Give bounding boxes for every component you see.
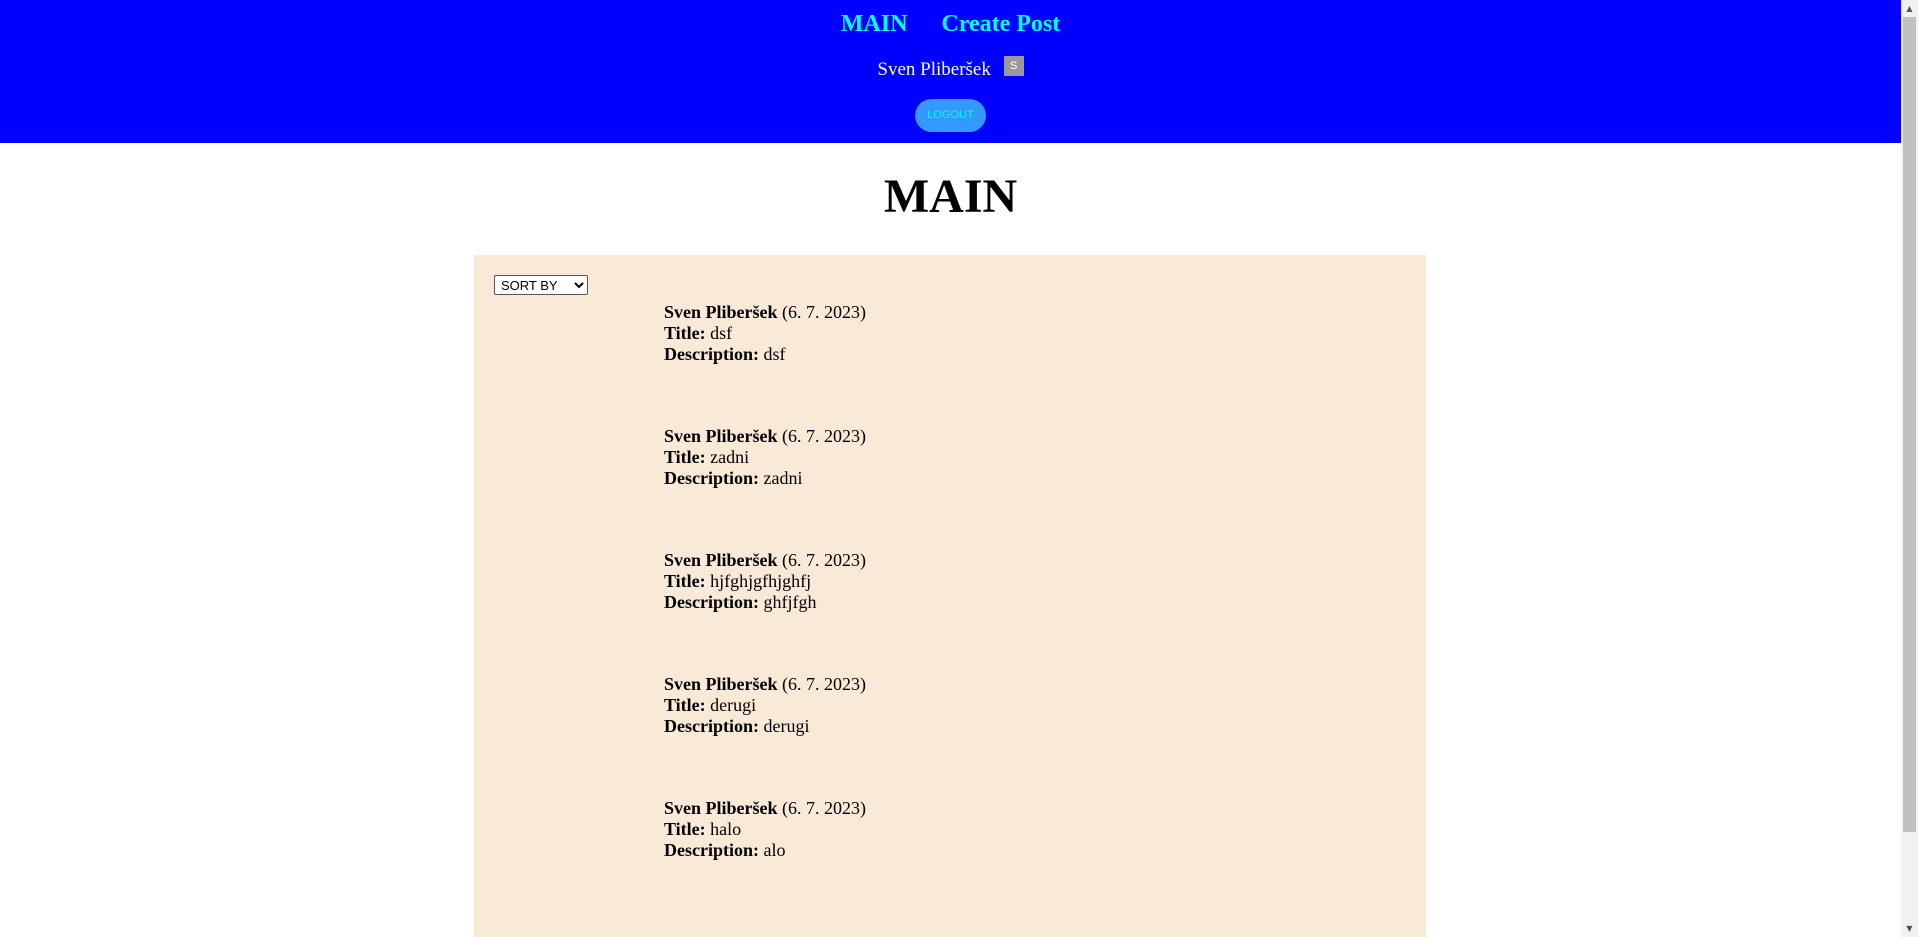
post-item: Sven Pliberšek (6. 7. 2023) Title: hjfgh… [664, 550, 866, 613]
logout-container: LOGOUT [0, 99, 1901, 132]
post-title-label: Title: [664, 323, 706, 343]
post-meta: Sven Pliberšek (6. 7. 2023) [664, 302, 866, 323]
post-meta: Sven Pliberšek (6. 7. 2023) [664, 674, 866, 695]
chevron-up-icon[interactable]: ▲ [1901, 0, 1918, 17]
scrollbar-thumb[interactable] [1903, 17, 1916, 832]
post-title-row: Title: hjfghjgfhjghfj [664, 571, 866, 592]
post-description-label: Description: [664, 716, 759, 736]
post-title-label: Title: [664, 447, 706, 467]
main-nav: MAIN Create Post [0, 8, 1901, 40]
top-header: MAIN Create Post Sven Pliberšek S LOGOUT [0, 0, 1901, 143]
post-description-label: Description: [664, 592, 759, 612]
post-description: zadni [763, 468, 803, 488]
post-title: zadni [710, 447, 750, 467]
post-item: Sven Pliberšek (6. 7. 2023) Title: derug… [664, 674, 866, 737]
page-title: MAIN [883, 170, 1018, 223]
post-date: (6. 7. 2023) [782, 426, 867, 446]
user-avatar[interactable]: S [1003, 56, 1024, 76]
post-description-row: Description: ghfjfgh [664, 592, 866, 613]
post-title-label: Title: [664, 695, 706, 715]
user-info: Sven Pliberšek S [0, 56, 1901, 83]
post-author: Sven Pliberšek [664, 302, 778, 322]
post-item: Sven Pliberšek (6. 7. 2023) Title: halo … [664, 798, 866, 861]
post-date: (6. 7. 2023) [782, 550, 867, 570]
post-description-row: Description: dsf [664, 344, 866, 365]
post-date: (6. 7. 2023) [782, 302, 867, 322]
post-description: ghfjfgh [763, 592, 817, 612]
post-title: hjfghjgfhjghfj [710, 571, 812, 591]
user-name: Sven Pliberšek [877, 59, 991, 80]
post-description-row: Description: alo [664, 840, 866, 861]
nav-link-main[interactable]: MAIN [841, 8, 908, 40]
vertical-scrollbar[interactable]: ▲ ▼ [1901, 0, 1918, 937]
post-title-row: Title: dsf [664, 323, 866, 344]
post-description: dsf [763, 344, 786, 364]
post-author: Sven Pliberšek [664, 798, 778, 818]
post-description-label: Description: [664, 840, 759, 860]
post-item: Sven Pliberšek (6. 7. 2023) Title: dsf D… [664, 302, 866, 365]
post-title: halo [710, 819, 742, 839]
sort-select[interactable]: SORT BY [494, 275, 588, 295]
post-meta: Sven Pliberšek (6. 7. 2023) [664, 550, 866, 571]
post-description-row: Description: derugi [664, 716, 866, 737]
post-description-row: Description: zadni [664, 468, 866, 489]
post-description: alo [763, 840, 786, 860]
post-author: Sven Pliberšek [664, 674, 778, 694]
post-title-row: Title: derugi [664, 695, 866, 716]
posts-panel: SORT BY Sven Pliberšek (6. 7. 2023) Titl… [474, 255, 1426, 937]
post-author: Sven Pliberšek [664, 426, 778, 446]
post-meta: Sven Pliberšek (6. 7. 2023) [664, 426, 866, 447]
post-title-row: Title: zadni [664, 447, 866, 468]
post-title-row: Title: halo [664, 819, 866, 840]
post-description-label: Description: [664, 344, 759, 364]
post-title: derugi [710, 695, 757, 715]
logout-button[interactable]: LOGOUT [915, 99, 986, 132]
post-item: Sven Pliberšek (6. 7. 2023) Title: zadni… [664, 426, 866, 489]
post-title-label: Title: [664, 571, 706, 591]
nav-link-create-post[interactable]: Create Post [941, 8, 1060, 40]
chevron-down-icon[interactable]: ▼ [1901, 920, 1918, 937]
post-date: (6. 7. 2023) [782, 674, 867, 694]
post-meta: Sven Pliberšek (6. 7. 2023) [664, 798, 866, 819]
page: MAIN Create Post Sven Pliberšek S LOGOUT… [0, 0, 1901, 937]
post-description-label: Description: [664, 468, 759, 488]
post-author: Sven Pliberšek [664, 550, 778, 570]
post-date: (6. 7. 2023) [782, 798, 867, 818]
post-description: derugi [763, 716, 810, 736]
post-title: dsf [710, 323, 733, 343]
post-title-label: Title: [664, 819, 706, 839]
